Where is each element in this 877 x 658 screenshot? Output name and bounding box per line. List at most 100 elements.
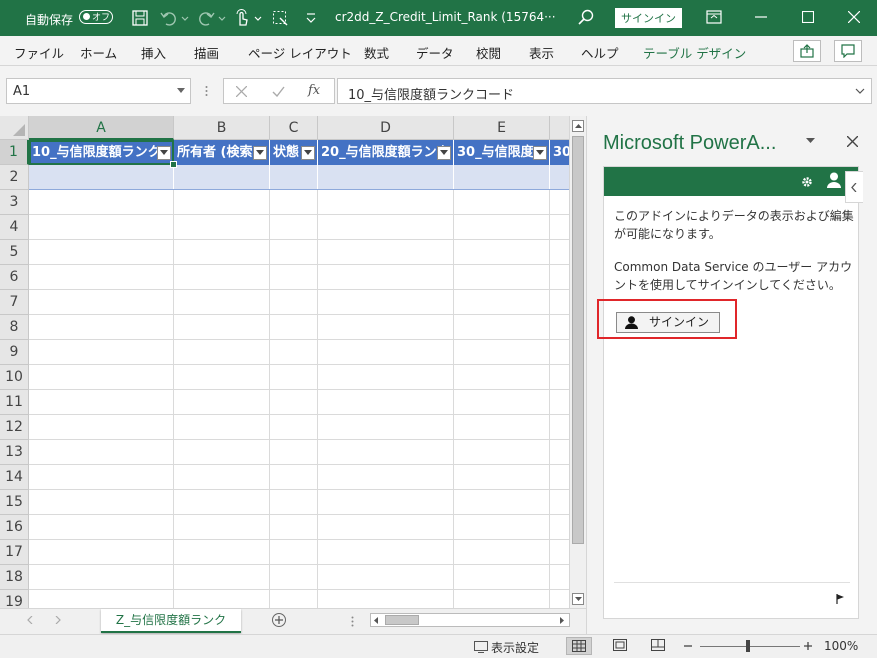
vertical-scroll-thumb[interactable] bbox=[572, 136, 584, 544]
row-header[interactable]: 1 bbox=[0, 140, 29, 165]
column-header-e[interactable]: E bbox=[454, 116, 550, 140]
tab-draw[interactable]: 描画 bbox=[194, 43, 219, 62]
filter-button[interactable] bbox=[437, 146, 451, 160]
expand-formula-icon[interactable] bbox=[855, 88, 865, 94]
tab-review[interactable]: 校閲 bbox=[476, 43, 501, 62]
redo-dropdown-icon[interactable] bbox=[218, 16, 226, 22]
tab-page-layout[interactable]: ページ レイアウト bbox=[248, 43, 352, 62]
select-all-corner[interactable] bbox=[0, 116, 29, 140]
enter-check-icon[interactable] bbox=[272, 86, 285, 97]
comments-button[interactable] bbox=[834, 40, 862, 62]
table-header-cell[interactable]: 20_与信限度額ランク bbox=[318, 140, 454, 165]
row-header[interactable]: 19 bbox=[0, 590, 29, 608]
zoom-in-icon[interactable] bbox=[804, 642, 812, 650]
page-layout-view-button[interactable] bbox=[608, 637, 634, 655]
zoom-out-icon[interactable] bbox=[684, 645, 692, 647]
prev-sheet-icon[interactable] bbox=[27, 616, 33, 624]
select-icon[interactable] bbox=[272, 10, 288, 26]
row-header[interactable]: 4 bbox=[0, 215, 29, 240]
chevron-down-icon[interactable] bbox=[177, 88, 185, 94]
column-header-a[interactable]: A bbox=[29, 116, 174, 140]
next-sheet-icon[interactable] bbox=[55, 616, 61, 624]
column-header-c[interactable]: C bbox=[270, 116, 318, 140]
table-cell[interactable] bbox=[174, 165, 270, 190]
scroll-down-button[interactable] bbox=[572, 593, 584, 605]
normal-view-button[interactable] bbox=[566, 637, 592, 655]
tab-table-design[interactable]: テーブル デザイン bbox=[643, 43, 746, 62]
zoom-slider-thumb[interactable] bbox=[746, 640, 750, 652]
worksheet-grid[interactable]: A B C D E 1 2 3 4 5 6 7 8 9 10 11 12 13 … bbox=[0, 116, 569, 608]
gear-icon[interactable] bbox=[801, 176, 813, 188]
zoom-level[interactable]: 100% bbox=[824, 639, 858, 653]
table-cell[interactable] bbox=[270, 165, 318, 190]
table-cell[interactable] bbox=[550, 165, 569, 190]
name-box[interactable]: A1 bbox=[6, 78, 191, 104]
row-header[interactable]: 8 bbox=[0, 315, 29, 340]
row-header[interactable]: 12 bbox=[0, 415, 29, 440]
touch-dropdown-icon[interactable] bbox=[254, 16, 262, 22]
tab-insert[interactable]: 挿入 bbox=[141, 43, 166, 62]
column-header-b[interactable]: B bbox=[174, 116, 270, 140]
table-header-cell[interactable]: 状態 bbox=[270, 140, 318, 165]
row-header[interactable]: 14 bbox=[0, 465, 29, 490]
row-header[interactable]: 13 bbox=[0, 440, 29, 465]
undo-dropdown-icon[interactable] bbox=[181, 16, 189, 22]
display-settings-icon[interactable] bbox=[474, 641, 488, 653]
ribbon-display-options-icon[interactable] bbox=[706, 10, 722, 24]
tab-data[interactable]: データ bbox=[416, 43, 454, 62]
filter-button[interactable] bbox=[253, 146, 267, 160]
row-header[interactable]: 10 bbox=[0, 365, 29, 390]
filter-button[interactable] bbox=[533, 146, 547, 160]
share-button[interactable] bbox=[793, 40, 821, 62]
pane-options-icon[interactable] bbox=[806, 138, 815, 144]
add-sheet-button[interactable] bbox=[272, 613, 286, 627]
tab-help[interactable]: ヘルプ bbox=[581, 43, 619, 62]
signin-button-top[interactable]: サインイン bbox=[615, 8, 682, 28]
tab-formulas[interactable]: 数式 bbox=[364, 43, 389, 62]
filter-button[interactable] bbox=[301, 146, 315, 160]
display-settings-button[interactable]: 表示設定 bbox=[491, 639, 539, 656]
table-cell[interactable] bbox=[318, 165, 454, 190]
row-header[interactable]: 2 bbox=[0, 165, 29, 190]
pane-collapse-tab[interactable] bbox=[845, 171, 863, 203]
touch-mode-icon[interactable] bbox=[234, 9, 250, 27]
pane-close-icon[interactable] bbox=[847, 136, 858, 147]
formula-input[interactable]: 10_与信限度額ランクコード bbox=[337, 78, 872, 104]
scroll-left-icon[interactable] bbox=[374, 617, 379, 624]
scroll-up-button[interactable] bbox=[572, 120, 584, 132]
tab-view[interactable]: 表示 bbox=[529, 43, 554, 62]
table-header-cell[interactable]: 30_与信限度 bbox=[454, 140, 550, 165]
close-icon[interactable] bbox=[848, 11, 860, 23]
table-header-cell[interactable]: 30 bbox=[550, 140, 569, 165]
user-icon[interactable] bbox=[827, 172, 841, 188]
redo-icon[interactable] bbox=[197, 10, 215, 26]
row-header[interactable]: 3 bbox=[0, 190, 29, 215]
row-header[interactable]: 15 bbox=[0, 490, 29, 515]
row-header[interactable]: 7 bbox=[0, 290, 29, 315]
row-header[interactable]: 6 bbox=[0, 265, 29, 290]
insert-function-button[interactable]: fx bbox=[308, 83, 320, 98]
autosave-toggle[interactable]: オフ bbox=[79, 10, 113, 24]
zoom-slider[interactable] bbox=[700, 646, 800, 647]
page-break-view-button[interactable] bbox=[646, 637, 672, 655]
sheet-tab[interactable]: Z_与信限度額ランク bbox=[101, 609, 241, 633]
minimize-icon[interactable] bbox=[755, 16, 767, 18]
row-header[interactable]: 17 bbox=[0, 540, 29, 565]
horizontal-scrollbar[interactable] bbox=[370, 613, 570, 627]
maximize-icon[interactable] bbox=[802, 11, 814, 23]
save-icon[interactable] bbox=[132, 10, 148, 26]
table-cell[interactable] bbox=[454, 165, 550, 190]
row-header[interactable]: 5 bbox=[0, 240, 29, 265]
row-header[interactable]: 16 bbox=[0, 515, 29, 540]
horizontal-scroll-thumb[interactable] bbox=[385, 615, 419, 625]
scroll-right-icon[interactable] bbox=[560, 617, 565, 624]
flag-icon[interactable] bbox=[836, 594, 845, 604]
row-header[interactable]: 18 bbox=[0, 565, 29, 590]
column-header-f[interactable] bbox=[550, 116, 569, 140]
customize-qat-icon[interactable] bbox=[306, 12, 316, 24]
fill-handle[interactable] bbox=[170, 161, 177, 168]
tab-file[interactable]: ファイル bbox=[14, 43, 64, 62]
column-header-d[interactable]: D bbox=[318, 116, 454, 140]
vertical-scrollbar[interactable] bbox=[569, 116, 586, 608]
tab-home[interactable]: ホーム bbox=[80, 43, 117, 62]
